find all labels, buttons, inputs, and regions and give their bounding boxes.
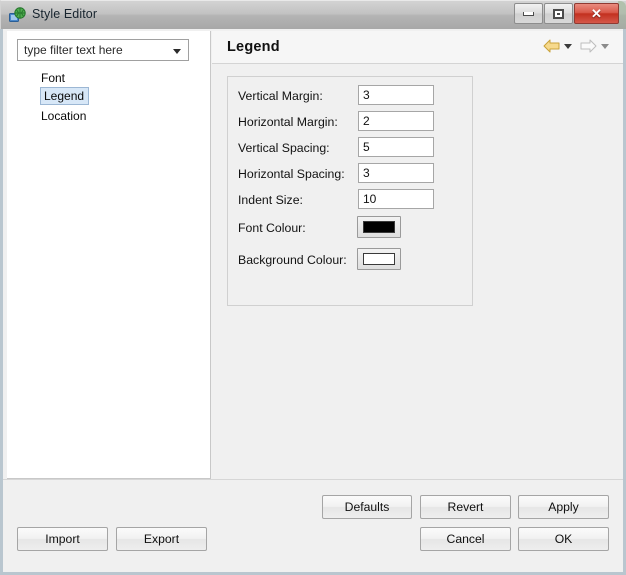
indent-size-input[interactable]: 10 xyxy=(358,189,434,209)
indent-size-label: Indent Size: xyxy=(238,193,303,207)
import-button[interactable]: Import xyxy=(17,527,108,551)
row-horizontal-margin: Horizontal Margin: xyxy=(238,109,338,135)
row-vertical-margin: Vertical Margin: xyxy=(238,83,323,109)
font-colour-swatch xyxy=(363,221,395,233)
vertical-spacing-label: Vertical Spacing: xyxy=(238,141,330,155)
horizontal-margin-label: Horizontal Margin: xyxy=(238,115,338,129)
legend-settings-pane: Legend Vertical Margin: 3 Horizontal Mar… xyxy=(212,29,623,479)
background-colour-swatch xyxy=(363,253,395,265)
vertical-margin-input[interactable]: 3 xyxy=(358,85,434,105)
horizontal-spacing-input[interactable]: 3 xyxy=(358,163,434,183)
tree-item-legend[interactable]: Legend xyxy=(40,87,90,105)
font-colour-button[interactable] xyxy=(357,216,401,238)
network-globe-icon xyxy=(9,7,26,24)
row-font-colour: Font Colour: xyxy=(238,215,306,241)
maximize-button[interactable] xyxy=(544,3,573,24)
title-bar: Style Editor ✕ xyxy=(0,0,626,30)
history-navigation xyxy=(541,39,615,53)
forward-dropdown-icon[interactable] xyxy=(601,43,609,49)
window-controls: ✕ xyxy=(513,3,619,25)
row-indent-size: Indent Size: xyxy=(238,187,303,213)
window-corner-glass xyxy=(618,1,626,30)
export-button[interactable]: Export xyxy=(116,527,207,551)
close-icon: ✕ xyxy=(591,6,602,21)
apply-button[interactable]: Apply xyxy=(518,495,609,519)
background-colour-button[interactable] xyxy=(357,248,401,270)
horizontal-spacing-label: Horizontal Spacing: xyxy=(238,167,345,181)
row-horizontal-spacing: Horizontal Spacing: xyxy=(238,161,345,187)
close-button[interactable]: ✕ xyxy=(574,3,619,24)
minimize-icon xyxy=(523,11,534,16)
horizontal-margin-input[interactable]: 2 xyxy=(358,111,434,131)
maximize-icon xyxy=(553,8,564,19)
row-background-colour: Background Colour: xyxy=(238,247,347,273)
window-content: type filter text here Font Legend Locati… xyxy=(3,29,623,572)
settings-tree: Font Legend Location xyxy=(7,69,211,125)
content-separator xyxy=(3,479,623,480)
vertical-margin-label: Vertical Margin: xyxy=(238,89,323,103)
revert-button[interactable]: Revert xyxy=(420,495,511,519)
legend-properties-group: Vertical Margin: 3 Horizontal Margin: 2 … xyxy=(227,76,473,306)
cancel-button[interactable]: Cancel xyxy=(420,527,511,551)
back-button[interactable] xyxy=(543,39,560,53)
filter-combobox[interactable]: type filter text here xyxy=(17,39,189,61)
filter-input[interactable]: type filter text here xyxy=(24,43,123,57)
forward-button[interactable] xyxy=(580,39,597,53)
tree-item-font[interactable]: Font xyxy=(7,69,211,87)
ok-button[interactable]: OK xyxy=(518,527,609,551)
style-editor-window: Style Editor ✕ type filter text here Fon… xyxy=(0,0,626,575)
window-frame: type filter text here Font Legend Locati… xyxy=(0,29,626,575)
window-title: Style Editor xyxy=(32,7,98,21)
minimize-button[interactable] xyxy=(514,3,543,24)
pane-header: Legend xyxy=(212,31,623,64)
font-colour-label: Font Colour: xyxy=(238,221,306,235)
settings-tree-panel: type filter text here Font Legend Locati… xyxy=(7,31,211,479)
tree-item-location[interactable]: Location xyxy=(7,107,211,125)
vertical-spacing-input[interactable]: 5 xyxy=(358,137,434,157)
back-dropdown-icon[interactable] xyxy=(564,43,572,49)
page-title: Legend xyxy=(227,39,280,55)
chevron-down-icon[interactable] xyxy=(173,49,181,54)
background-colour-label: Background Colour: xyxy=(238,253,347,267)
row-vertical-spacing: Vertical Spacing: xyxy=(238,135,330,161)
defaults-button[interactable]: Defaults xyxy=(322,495,412,519)
